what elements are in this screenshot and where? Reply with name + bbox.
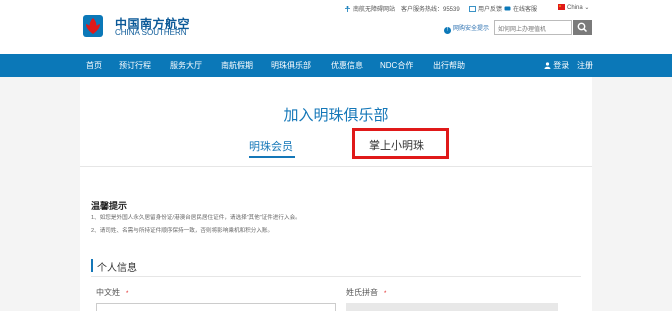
info-icon: ! [444, 27, 451, 34]
online-service-link[interactable]: 在线客服 [504, 4, 537, 13]
accessible-site-link[interactable]: 南航无障碍网站 [344, 4, 395, 13]
search-button[interactable] [573, 20, 592, 35]
section-divider [91, 276, 581, 277]
divider [80, 166, 592, 167]
tab-pearl-member[interactable]: 明珠会员 [249, 138, 293, 154]
section-title: 个人信息 [97, 263, 137, 274]
nav-item-booking[interactable]: 预订行程 [119, 60, 151, 71]
feedback-link[interactable]: 用户反馈 [469, 4, 502, 13]
nav-item-offers[interactable]: 优惠信息 [331, 60, 363, 71]
surname-pinyin-input[interactable] [346, 303, 558, 311]
brand-name-en: CHINA SOUTHERN [115, 28, 187, 37]
nav-item-ndc[interactable]: NDC合作 [380, 60, 413, 71]
chat-icon [504, 6, 511, 11]
feedback-icon [469, 6, 476, 12]
accessibility-icon [345, 6, 350, 12]
kapok-logo-icon [83, 15, 103, 37]
user-icon [544, 62, 551, 69]
required-mark: * [384, 291, 387, 297]
region-selector[interactable]: China ⌄ [558, 4, 589, 11]
notice-line-2: 2、请司姓、名需与所持证件顺序保持一致，否则将影响乘机和积分入账。 [91, 228, 274, 234]
top-links: 南航无障碍网站 客户服务热线：95539 用户反馈 在线客服 China ⌄ [0, 4, 672, 16]
notice-line-1: 1、如您是外国人永久居留身份证/港澳台居民居住证件，请选择“其他”证件进行入会。 [91, 215, 301, 221]
top-header: 中国南方航空 CHINA SOUTHERN 南航无障碍网站 客户服务热线：955… [0, 0, 672, 54]
search-input[interactable]: 如何网上办理值机 [494, 20, 572, 35]
notice-title: 温馨提示 [91, 201, 128, 211]
nav-item-help[interactable]: 出行帮助 [433, 60, 465, 71]
cn-surname-input[interactable] [96, 303, 336, 311]
main-nav: 首页 预订行程 服务大厅 南航假期 明珠俱乐部 优惠信息 NDC合作 出行帮助 … [0, 54, 672, 77]
required-mark: * [126, 291, 129, 297]
nav-item-home[interactable]: 首页 [86, 60, 102, 71]
nav-item-pearl-club[interactable]: 明珠俱乐部 [271, 60, 311, 71]
active-tab-indicator [249, 156, 295, 158]
surname-pinyin-label: 姓氏拼音 * [346, 288, 387, 297]
search-icon [577, 22, 588, 33]
login-link[interactable]: 登录 [544, 60, 569, 71]
cn-surname-label: 中文姓 * [96, 288, 129, 297]
section-marker [91, 259, 93, 272]
logo[interactable]: 中国南方航空 CHINA SOUTHERN [81, 13, 191, 39]
china-flag-icon [558, 4, 565, 10]
register-link[interactable]: 注册 [577, 60, 593, 71]
page-title: 加入明珠俱乐部 [283, 107, 389, 124]
security-tip-link[interactable]: ! 网购安全提示 [444, 23, 489, 34]
tab-mobile-pearl[interactable]: 掌上小明珠 [369, 137, 424, 153]
chevron-down-icon: ⌄ [582, 5, 590, 11]
nav-item-service[interactable]: 服务大厅 [170, 60, 202, 71]
hotline-text: 客户服务热线：95539 [401, 7, 460, 13]
nav-item-holiday[interactable]: 南航假期 [221, 60, 253, 71]
